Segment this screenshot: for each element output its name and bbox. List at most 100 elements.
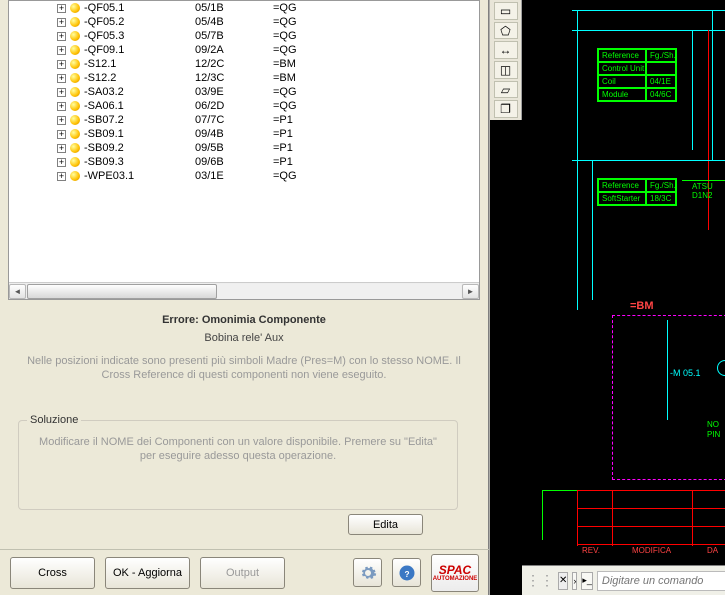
row-pos: 03/1E [195,170,273,182]
row-pos: 05/4B [195,16,273,28]
horizontal-scrollbar[interactable]: ◄ ► [9,282,479,299]
tool-icon-2[interactable]: ⬠ [494,22,518,40]
error-subtitle: Bobina rele' Aux [8,332,480,344]
left-panel: +-QF05.105/1B=QG+-QF05.205/4B=QG+-QF05.3… [0,0,489,595]
scroll-track[interactable] [27,284,461,299]
scroll-right-button[interactable]: ► [462,284,479,299]
chevron-right-icon[interactable]: › [572,572,577,590]
row-eq: =QG [273,100,423,112]
table-row[interactable]: + -QF05.2 05/4B=QG [9,15,479,29]
row-pos: 03/9E [195,86,273,98]
table-row[interactable]: + -S12.2 12/3C=BM [9,71,479,85]
row-eq: =P1 [273,114,423,126]
edit-button[interactable]: Edita [348,514,423,535]
table-row[interactable]: + -SB09.1 09/4B=P1 [9,127,479,141]
status-dot-icon [70,17,80,27]
row-name: -QF05.2 [84,16,124,28]
error-title: Errore: Omonimia Componente [8,314,480,326]
tool-icon-3[interactable]: ↔ [494,41,518,59]
row-name: -SA06.1 [84,100,124,112]
row-pos: 09/4B [195,128,273,140]
table-row[interactable]: +-QF05.305/7B=QG [9,29,479,43]
solution-fieldset: Soluzione Modificare il NOME dei Compone… [18,420,458,510]
row-pos: 09/5B [195,142,273,154]
tool-icon-4[interactable]: ◫ [494,61,518,79]
settings-icon[interactable] [353,558,382,587]
logo-text-2: AUTOMAZIONE [433,576,478,582]
row-eq: =P1 [273,128,423,140]
table-row[interactable]: +-SB09.309/6B=P1 [9,155,479,169]
table-row[interactable]: +-SA06.106/2D=QG [9,99,479,113]
status-dot-icon [70,31,80,41]
status-dot-icon [70,73,80,83]
expand-icon[interactable]: + [57,172,66,181]
expand-icon[interactable]: + [57,116,66,125]
table-row[interactable]: +-QF05.105/1B=QG [9,1,479,15]
expand-icon[interactable]: + [57,88,66,97]
row-eq: =P1 [273,142,423,154]
row-name: -QF09.1 [84,44,124,56]
status-dot-icon [70,129,80,139]
component-table[interactable]: +-QF05.105/1B=QG+-QF05.205/4B=QG+-QF05.3… [8,0,480,300]
row-name: -SB09.1 [84,128,124,140]
expand-icon[interactable]: + [57,46,66,55]
row-pos: 05/1B [195,2,273,14]
tool-icon-5[interactable]: ▱ [494,81,518,99]
svg-text:?: ? [404,569,409,578]
table-row[interactable]: +-QF09.109/2A=QG [9,43,479,57]
help-icon[interactable]: ? [392,558,421,587]
row-eq: =P1 [273,156,423,168]
status-dot-icon [70,101,80,111]
table-row[interactable]: +-WPE03.103/1E=QG [9,169,479,183]
scroll-left-button[interactable]: ◄ [9,284,26,299]
row-eq: =QG [273,16,423,28]
row-name: -S12.1 [84,58,116,70]
row-name: -S12.2 [84,72,116,84]
scroll-thumb[interactable] [27,284,217,299]
cad-label-atsu: ATSU D1N2 [692,182,725,200]
status-dot-icon [70,171,80,181]
row-eq: =QG [273,86,423,98]
close-icon[interactable]: ✕ [558,572,568,590]
row-eq: =BM [273,72,423,84]
logo-text-1: SPAC [439,564,471,576]
row-pos: 12/3C [195,72,273,84]
output-button[interactable]: Output [200,557,285,589]
cad-footer-rev: REV. [582,546,600,555]
expand-icon[interactable]: + [57,60,66,69]
status-dot-icon [70,143,80,153]
ok-aggiorna-button[interactable]: OK - Aggiorna [105,557,190,589]
expand-icon[interactable]: + [57,130,66,139]
table-row[interactable]: +-S12.112/2C=BM [9,57,479,71]
row-eq: =QG [273,44,423,56]
grip-icon[interactable]: ⋮⋮ [526,572,554,589]
table-row[interactable]: +-SA03.203/9E=QG [9,85,479,99]
row-name: -SB09.2 [84,142,124,154]
expand-icon[interactable]: + [57,74,66,83]
cad-note-pin: PIN [707,430,720,439]
cad-ref-table-2: ReferenceFg./Sh. SoftStarter18/3C [597,178,677,206]
solution-text: Modificare il NOME dei Componenti con un… [19,421,457,464]
row-pos: 05/7B [195,30,273,42]
expand-icon[interactable]: + [57,18,66,27]
tool-icon-1[interactable]: ▭ [494,2,518,20]
status-dot-icon [70,3,80,13]
spac-logo[interactable]: SPAC AUTOMAZIONE [431,554,479,592]
expand-icon[interactable]: + [57,144,66,153]
expand-icon[interactable]: + [57,4,66,13]
row-eq: =QG [273,2,423,14]
cad-footer-mod: MODIFICA [632,546,671,555]
table-row[interactable]: + -SB09.2 09/5B=P1 [9,141,479,155]
cross-button[interactable]: Cross [10,557,95,589]
tool-icon-6[interactable]: ❐ [494,100,518,118]
expand-icon[interactable]: + [57,102,66,111]
prompt-icon[interactable]: ▸_ [581,572,593,590]
command-input[interactable] [597,571,725,591]
table-row[interactable]: +-SB07.207/7C=P1 [9,113,479,127]
status-dot-icon [70,59,80,69]
expand-icon[interactable]: + [57,32,66,41]
cad-ref-table-1: ReferenceFg./Sh. Control Unit Coil04/1E … [597,48,677,102]
cad-viewport[interactable]: ReferenceFg./Sh. Control Unit Coil04/1E … [522,0,725,565]
expand-icon[interactable]: + [57,158,66,167]
status-dot-icon [70,87,80,97]
